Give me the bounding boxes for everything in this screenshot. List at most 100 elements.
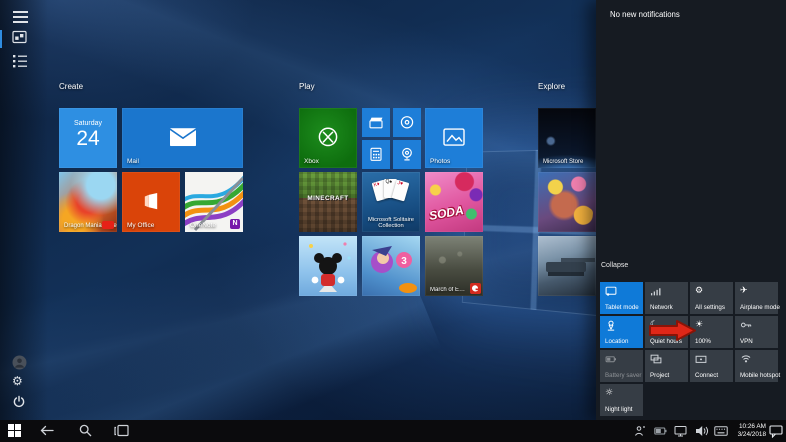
tile-groove-music[interactable] [393,108,421,137]
start-button[interactable] [8,424,22,438]
quick-action-label: Location [605,338,628,345]
search-button[interactable] [79,424,93,438]
quick-action-label: Mobile hotspot [740,372,780,379]
tile-tank-game[interactable] [538,236,596,296]
tile-label: Xbox [304,158,319,165]
quick-action-label: Quiet hours [650,338,682,345]
tile-onenote[interactable]: N OneNote [185,172,243,232]
tile-calendar[interactable]: Saturday 24 [59,108,117,168]
svg-text:3: 3 [401,256,407,267]
action-center-icon[interactable] [769,425,783,439]
battery-icon[interactable] [654,425,668,439]
group-header-explore: Explore [538,82,565,91]
tile-candy-crush-soda[interactable]: SODA [425,172,483,232]
tile-dragon-mania-legends[interactable]: Dragon Mania Legends [59,172,117,232]
tile-calculator[interactable] [362,140,390,169]
tile-label: Microsoft Solitaire Collection [362,217,420,230]
people-icon[interactable] [634,425,648,439]
minecraft-logo-text: MINECRAFT [299,195,357,202]
clock-date: 3/24/2018 [726,431,766,439]
selected-indicator [0,30,2,48]
network-display-icon[interactable] [674,425,688,439]
settings-gear-icon: ⚙ [695,285,707,297]
tile-my-office[interactable]: My Office [122,172,180,232]
quick-action-night-light[interactable]: ☼ Night light [600,384,643,416]
tank-art [546,262,586,272]
quick-action-tablet-mode[interactable]: Tablet mode [600,282,643,314]
tile-photos[interactable]: Photos [425,108,483,168]
quick-action-label: Network [650,304,673,311]
group-header-create: Create [59,82,83,91]
battery-icon [605,353,617,365]
calendar-day-name: Saturday [59,120,117,127]
tile-label: Photos [430,158,450,165]
sun-brightness-icon: ☀ [695,319,707,331]
pinned-tiles-icon[interactable] [12,29,30,47]
tile-disney-magic-kingdoms[interactable] [299,236,357,296]
quick-action-brightness[interactable]: ☀ 100% [690,316,733,348]
quick-action-label: Battery saver [605,372,641,379]
volume-icon[interactable] [696,425,710,439]
quick-action-battery-saver[interactable]: Battery saver [600,350,643,382]
vpn-key-icon [740,319,752,331]
tile-march-of-empires[interactable]: March of Empires [425,236,483,296]
tile-movies-tv[interactable] [362,108,390,137]
connect-display-icon [695,353,707,365]
quick-action-quiet-hours[interactable]: ☾ Quiet hours [645,316,688,348]
quick-action-network[interactable]: Network [645,282,688,314]
group-header-play: Play [299,82,315,91]
gameloft-badge [470,283,481,294]
quick-action-label: Airplane mode [740,304,780,311]
groove-music-icon [400,115,414,129]
quick-action-label: Night light [605,406,633,413]
quick-action-location[interactable]: Location [600,316,643,348]
quick-action-label: All settings [695,304,725,311]
quick-action-label: 100% [695,338,711,345]
tile-label: My Office [127,222,154,229]
notifications-status: No new notifications [610,10,680,19]
taskbar-clock[interactable]: 10:26 AM 3/24/2018 [726,423,766,439]
quick-action-mobile-hotspot[interactable]: Mobile hotspot [735,350,778,382]
windows-start-screen: ⚙ Create Play Explore Saturday 24 Mail D… [0,0,786,442]
photos-icon [443,128,465,146]
user-avatar[interactable] [12,355,30,373]
taskbar: 10:26 AM 3/24/2018 [0,420,786,442]
power-icon[interactable] [12,395,30,413]
task-view-button[interactable] [114,424,128,438]
tile-label: March of Empires [430,287,470,293]
minecraft-dirt-art [299,198,357,232]
tile-bubble-witch-3[interactable]: 3 [362,236,420,296]
quick-action-label: Connect [695,372,718,379]
tile-microsoft-store[interactable]: Microsoft Store [538,108,596,168]
collapse-link[interactable]: Collapse [601,262,628,269]
quick-action-label: Project [650,372,669,379]
tile-label: OneNote [190,222,216,229]
quick-action-vpn[interactable]: VPN [735,316,778,348]
moon-icon: ☾ [650,319,662,331]
game-badge [102,221,114,229]
quick-action-label: Tablet mode [605,304,639,311]
location-pin-icon [605,319,617,331]
back-button[interactable] [40,424,54,438]
tile-solitaire[interactable]: K♦ Q♠ J♥ Microsoft Solitaire Collection [362,172,420,232]
start-sidebar: ⚙ [0,0,48,420]
tile-camera[interactable] [393,140,421,169]
quick-action-label: VPN [740,338,753,345]
tile-game-art[interactable] [538,172,596,232]
menu-hamburger-icon[interactable] [12,8,30,26]
airplane-icon: ✈ [740,285,752,297]
quick-action-connect[interactable]: Connect [690,350,733,382]
quick-action-project[interactable]: Project [645,350,688,382]
game-badge [583,208,593,218]
settings-gear-icon[interactable]: ⚙ [12,374,30,392]
night-light-icon: ☼ [605,387,617,399]
all-apps-icon[interactable] [12,53,30,71]
calculator-icon [370,147,383,161]
tile-xbox[interactable]: Xbox [299,108,357,168]
quick-action-all-settings[interactable]: ⚙ All settings [690,282,733,314]
quick-action-airplane-mode[interactable]: ✈ Airplane mode [735,282,778,314]
tile-mail[interactable]: Mail [122,108,243,168]
hotspot-broadcast-icon [740,353,752,365]
tile-minecraft[interactable]: MINECRAFT [299,172,357,232]
office-logo-icon [142,192,160,210]
